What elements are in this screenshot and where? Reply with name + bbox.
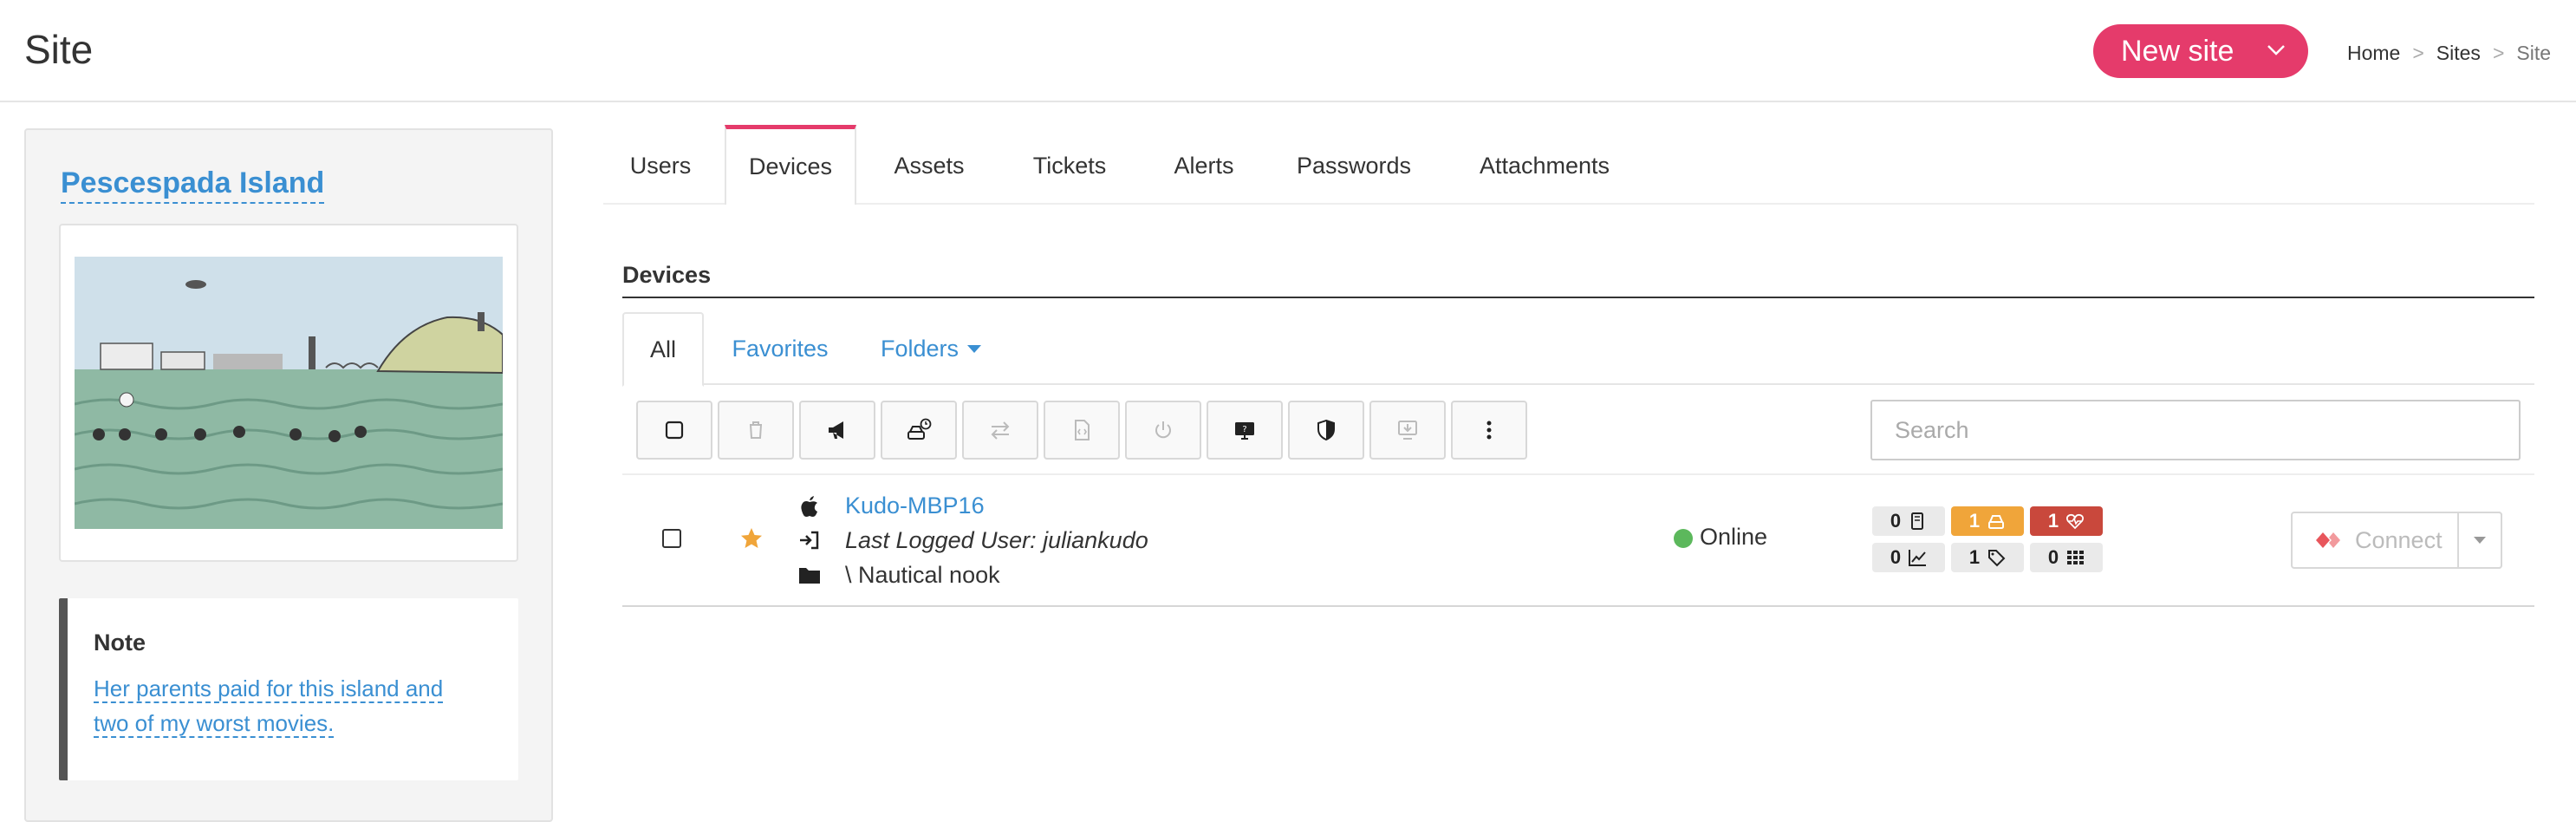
select-all-button[interactable]	[636, 401, 712, 460]
transfer-button[interactable]	[962, 401, 1038, 460]
subtab-folders-label: Folders	[880, 335, 959, 362]
breadcrumb-current: Site	[2516, 42, 2552, 64]
tag-icon	[1988, 550, 2006, 567]
site-name[interactable]: Pescespada Island	[61, 166, 325, 204]
page-header: Site New site Home > Sites > Site	[0, 0, 2576, 102]
caret-down-icon	[967, 344, 982, 353]
chart-icon	[1909, 550, 1927, 566]
badge-count: 0	[1890, 510, 1902, 532]
badge-tags[interactable]: 1	[1951, 543, 2024, 572]
install-icon	[1398, 421, 1417, 440]
svg-text:?: ?	[1242, 425, 1246, 434]
badge-performance[interactable]: 0	[1872, 543, 1945, 572]
connect-label: Connect	[2355, 526, 2443, 553]
drive-icon	[1988, 515, 2005, 529]
section-divider	[622, 297, 2534, 298]
chevron-down-icon[interactable]	[2267, 44, 2286, 56]
tab-users[interactable]: Users	[603, 127, 718, 205]
device-name-link[interactable]: Kudo-MBP16	[845, 493, 985, 519]
note-line: Her parents paid for this island and	[94, 675, 444, 703]
subtab-all[interactable]: All	[622, 312, 704, 387]
tab-assets[interactable]: Assets	[863, 127, 995, 205]
apple-icon	[801, 496, 817, 517]
breadcrumb: Home > Sites > Site	[2347, 42, 2551, 65]
subtab-folders[interactable]: Folders	[863, 312, 999, 385]
more-actions-button[interactable]	[1451, 401, 1527, 460]
security-button[interactable]	[1288, 401, 1364, 460]
megaphone-icon	[829, 421, 843, 439]
last-logged-user: Last Logged User: juliankudo	[845, 527, 1148, 553]
delete-button[interactable]	[718, 401, 794, 460]
drive-clock-icon	[907, 418, 932, 440]
site-note: Note Her parents paid for this island an…	[59, 598, 518, 780]
tab-attachments[interactable]: Attachments	[1444, 127, 1645, 205]
breadcrumb-separator: >	[2492, 42, 2505, 64]
note-line: two of my worst movies.	[94, 710, 335, 738]
row-checkbox[interactable]	[662, 529, 681, 548]
connect-dropdown-toggle[interactable]	[2457, 512, 2502, 569]
badge-apps[interactable]: 0	[2030, 543, 2103, 572]
apps-icon	[2067, 551, 2085, 564]
site-photo	[75, 257, 503, 529]
transfer-icon	[991, 421, 1010, 440]
script-icon	[1075, 420, 1090, 440]
online-status-icon	[1674, 529, 1693, 548]
new-site-button[interactable]: New site	[2093, 24, 2308, 78]
device-folder-path: \ Nautical nook	[845, 562, 1000, 588]
install-button[interactable]	[1369, 401, 1446, 460]
badge-devices[interactable]: 0	[1872, 506, 1945, 536]
favorite-star-icon[interactable]	[738, 525, 764, 551]
row-divider	[622, 605, 2534, 607]
device-search-input[interactable]	[1870, 400, 2521, 460]
badge-count: 1	[1968, 510, 1981, 532]
badge-count: 1	[2047, 510, 2059, 532]
device-subtabs: All Favorites Folders	[622, 312, 2534, 387]
health-icon	[2066, 513, 2085, 530]
remote-session-button[interactable]: ?	[1207, 401, 1283, 460]
sign-in-icon	[800, 531, 819, 550]
trash-icon	[750, 421, 762, 439]
page-title: Site	[24, 27, 94, 72]
broadcast-button[interactable]	[799, 401, 875, 460]
run-script-button[interactable]	[1044, 401, 1120, 460]
new-site-label: New site	[2121, 34, 2234, 68]
breadcrumb-sites[interactable]: Sites	[2436, 42, 2481, 65]
folder-icon	[799, 568, 820, 584]
devices-section-title: Devices	[622, 262, 712, 288]
tab-alerts[interactable]: Alerts	[1142, 127, 1265, 205]
tab-passwords[interactable]: Passwords	[1267, 127, 1441, 205]
power-button[interactable]	[1125, 401, 1201, 460]
breadcrumb-separator: >	[2412, 42, 2424, 64]
power-icon	[1155, 421, 1171, 439]
breadcrumb-home[interactable]: Home	[2347, 42, 2400, 65]
site-photo-card	[59, 224, 518, 562]
subtab-favorites[interactable]: Favorites	[709, 312, 851, 385]
tab-devices[interactable]: Devices	[725, 125, 856, 205]
remote-screen-icon: ?	[1235, 422, 1254, 440]
badge-count: 1	[1968, 546, 1981, 568]
note-text[interactable]: Her parents paid for this island and two…	[94, 671, 475, 740]
remote-connect-icon	[2316, 532, 2340, 548]
schedule-button[interactable]	[881, 401, 957, 460]
checkbox-icon	[665, 421, 684, 440]
device-status: Online	[1700, 524, 1768, 550]
caret-down-icon	[2474, 537, 2486, 544]
badge-count: 0	[1890, 546, 1902, 568]
shield-icon	[1317, 419, 1335, 441]
badge-count: 0	[2047, 546, 2059, 568]
row-divider	[622, 473, 2534, 475]
site-info-panel: Pescespada Island Note Her parents paid …	[24, 128, 553, 822]
site-tabs: Users Devices Assets Tickets Alerts Pass…	[603, 125, 2534, 205]
badge-health[interactable]: 1	[2030, 506, 2103, 536]
device-icon	[1911, 512, 1924, 530]
badge-drives[interactable]: 1	[1951, 506, 2024, 536]
more-vertical-icon	[1486, 421, 1492, 440]
note-title: Note	[94, 630, 146, 656]
tab-tickets[interactable]: Tickets	[1000, 127, 1139, 205]
